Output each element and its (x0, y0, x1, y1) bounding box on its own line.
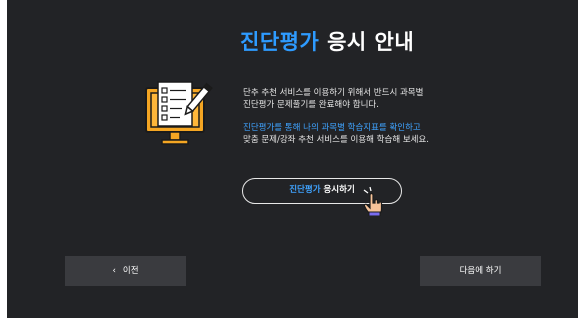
description-line-2: 진단평가 문제풀기를 완료해야 합니다. (243, 100, 379, 110)
title-rest: 응시 안내 (327, 30, 415, 54)
cta-rest: 응시하기 (323, 185, 355, 195)
prev-button-label: 이전 (122, 266, 139, 276)
cta-accent: 진단평가 (289, 185, 321, 195)
description-line-3: 진단평가를 통해 나의 과목별 학습지표를 확인하고 (243, 123, 421, 133)
do-later-button[interactable]: 다음에 하기 (420, 256, 541, 286)
page-title: 진단평가 응시 안내 (240, 26, 414, 56)
description-line-4: 맞춤 문제/강좌 추천 서비스를 이용해 학습해 보세요. (243, 135, 429, 145)
description-line-1: 단추 추천 서비스를 이용하기 위해서 반드시 과목별 (243, 88, 424, 98)
description: 단추 추천 서비스를 이용하기 위해서 반드시 과목별 진단평가 문제풀기를 완… (243, 87, 543, 146)
test-document-monitor-icon (145, 81, 213, 145)
hand-pointer-icon (363, 186, 383, 216)
title-accent: 진단평가 (240, 30, 320, 54)
chevron-left-icon: ‹ (112, 266, 116, 276)
do-later-button-label: 다음에 하기 (459, 266, 502, 276)
prev-button[interactable]: ‹ 이전 (65, 256, 186, 286)
